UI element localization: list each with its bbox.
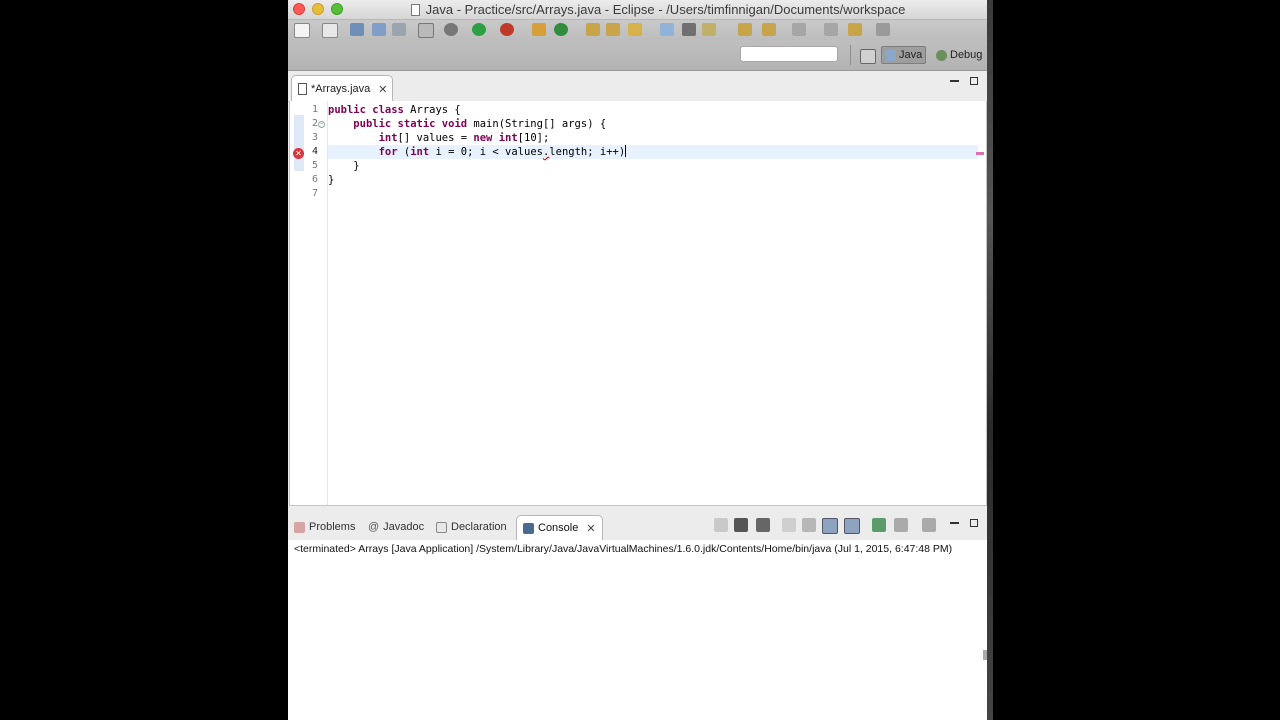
debug-perspective-icon [936, 49, 947, 61]
open-folder-icon[interactable] [586, 23, 600, 36]
maximize-console-icon[interactable] [970, 519, 978, 527]
editor-tab-bar: *Arrays.java ✕ [288, 71, 988, 102]
forward-arrow-icon[interactable] [792, 23, 806, 36]
annotation-icon[interactable] [660, 23, 674, 36]
perspective-java-button[interactable]: Java [881, 46, 927, 64]
tab-javadoc[interactable]: @ Javadoc [368, 518, 424, 536]
toggle-mark-icon[interactable] [682, 23, 696, 36]
quick-access-input[interactable] [740, 46, 838, 62]
code-editor[interactable]: 1 2 − 3 ✕ 4 5 6 7 public class Arrays { … [289, 101, 987, 506]
console-output[interactable]: <terminated> Arrays [Java Application] /… [288, 540, 988, 720]
clear-console-icon[interactable] [782, 518, 796, 532]
main-toolbar [288, 20, 988, 40]
editor-tab-arrays-java[interactable]: *Arrays.java ✕ [291, 75, 393, 102]
scroll-lock-icon[interactable] [802, 518, 816, 532]
tab-console-label: Console [538, 522, 579, 534]
line-number: 5 [311, 160, 318, 171]
eclipse-window: Java - Practice/src/Arrays.java - Eclips… [288, 0, 988, 720]
show-on-output-icon[interactable] [822, 518, 838, 534]
back-history-icon[interactable] [848, 23, 862, 36]
line-number: 4 [311, 146, 318, 157]
remove-all-terminated-icon[interactable] [756, 518, 770, 532]
remove-launch-icon[interactable] [734, 518, 748, 532]
text-caret [625, 145, 627, 157]
run-icon[interactable] [472, 23, 486, 36]
tab-problems-label: Problems [309, 521, 356, 533]
external-tools-icon[interactable] [500, 23, 514, 36]
editor-tab-label: *Arrays.java [311, 83, 371, 95]
code-line: public class Arrays { [328, 104, 461, 116]
code-line-current: for (int i = 0; i < values.length; i++) [328, 145, 978, 159]
tab-declaration[interactable]: Declaration [436, 518, 507, 536]
perspective-debug-button[interactable]: Debug [933, 46, 985, 64]
declaration-icon [436, 521, 447, 533]
display-console-icon[interactable] [894, 518, 908, 532]
open-type-icon[interactable] [322, 23, 338, 38]
pin-editor-icon[interactable] [824, 23, 838, 36]
document-icon [410, 4, 420, 16]
perspective-debug-label: Debug [950, 49, 983, 61]
tab-javadoc-label: Javadoc [383, 521, 425, 533]
java-perspective-icon [885, 49, 896, 61]
background-window-edge [987, 0, 993, 720]
window-minimize-button[interactable] [312, 3, 324, 15]
code-line: } [328, 160, 360, 172]
minimize-console-icon[interactable] [950, 522, 959, 524]
secondary-toolbar: Java Debug [288, 40, 988, 71]
terminate-icon[interactable] [714, 518, 728, 532]
search-tool-icon[interactable] [418, 23, 434, 38]
tab-declaration-label: Declaration [451, 521, 507, 533]
open-perspective-icon[interactable] [860, 49, 876, 64]
line-number: 1 [311, 104, 318, 115]
problems-icon [294, 521, 305, 533]
window-zoom-button[interactable] [331, 3, 343, 15]
save-icon[interactable] [350, 23, 364, 36]
open-task-icon[interactable] [606, 23, 620, 36]
previous-edit-icon[interactable] [738, 23, 752, 36]
perspective-java-label: Java [899, 49, 923, 61]
tab-console[interactable]: Console ✕ [516, 515, 603, 540]
new-file-icon[interactable] [294, 23, 310, 38]
save-all-icon[interactable] [372, 23, 386, 36]
code-line: int[] values = new int[10]; [378, 132, 550, 144]
line-number: 3 [311, 132, 318, 143]
window-title: Java - Practice/src/Arrays.java - Eclips… [388, 2, 928, 17]
overview-ruler-error-mark[interactable] [976, 152, 984, 155]
javadoc-icon: @ [368, 521, 380, 533]
line-number: 7 [311, 188, 318, 199]
print-icon[interactable] [392, 23, 406, 36]
line-number: 6 [311, 174, 318, 185]
console-status-line: <terminated> Arrays [Java Application] /… [294, 543, 953, 555]
close-console-tab-icon[interactable]: ✕ [586, 522, 595, 535]
show-on-error-icon[interactable] [844, 518, 860, 534]
pin-console-icon[interactable] [872, 518, 886, 532]
window-close-button[interactable] [293, 3, 305, 15]
open-console-icon[interactable] [922, 518, 936, 532]
fold-toggle-icon[interactable]: − [318, 121, 325, 128]
edit-pencil-icon[interactable] [628, 23, 642, 36]
code-line: } [328, 174, 335, 186]
toolbar-separator [850, 45, 851, 65]
tab-problems[interactable]: Problems [294, 518, 355, 536]
back-arrow-icon[interactable] [762, 23, 776, 36]
code-line: public static void main(String[] args) { [353, 118, 607, 130]
title-bar: Java - Practice/src/Arrays.java - Eclips… [288, 0, 988, 20]
next-annotation-icon[interactable] [702, 23, 716, 36]
line-number-gutter: 1 2 − 3 ✕ 4 5 6 7 [290, 101, 328, 505]
new-java-project-icon[interactable] [532, 23, 546, 36]
new-class-icon[interactable] [554, 23, 568, 36]
console-icon [523, 522, 534, 534]
forward-history-icon[interactable] [876, 23, 890, 36]
window-title-text: Java - Practice/src/Arrays.java - Eclips… [425, 2, 906, 17]
debug-gear-icon[interactable] [444, 23, 458, 36]
maximize-editor-icon[interactable] [970, 77, 978, 85]
close-tab-icon[interactable]: ✕ [378, 83, 387, 96]
bottom-panel-tabs: Problems @ Javadoc Declaration Console ✕ [288, 512, 988, 541]
java-file-icon [298, 83, 307, 95]
minimize-editor-icon[interactable] [950, 80, 959, 82]
